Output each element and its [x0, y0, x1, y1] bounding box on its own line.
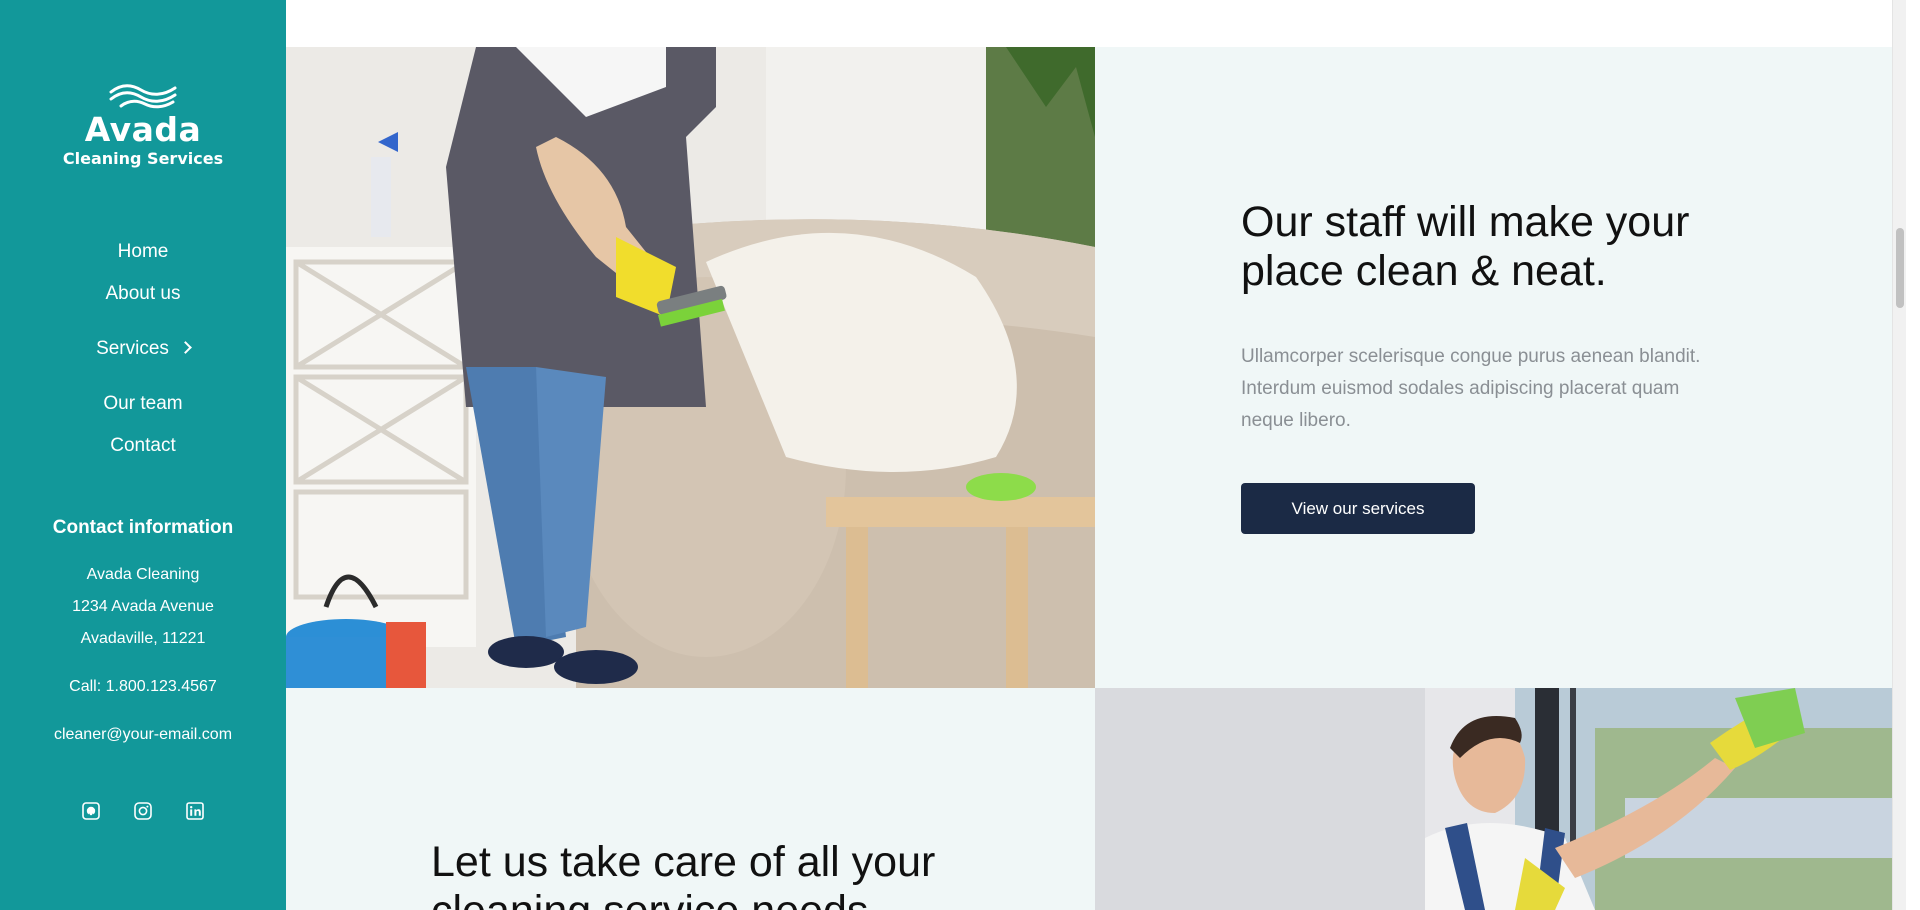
headline-line-1: Our staff will make your: [1241, 198, 1690, 246]
cleaning-man-image: [1095, 688, 1906, 910]
nav-item-about-us[interactable]: About us: [0, 280, 286, 308]
contact-heading: Contact information: [52, 517, 234, 538]
nav-item-home[interactable]: Home: [0, 238, 286, 266]
contact-phone[interactable]: Call: 1.800.123.4567: [0, 676, 286, 698]
headline-line-2: cleaning service needs.: [431, 887, 935, 910]
cleaning-man-illustration: [1095, 688, 1906, 910]
care-section: Let us take care of all your cleaning se…: [286, 688, 1095, 910]
section-headline: Let us take care of all your cleaning se…: [431, 838, 935, 910]
nav-item-contact[interactable]: Contact: [0, 432, 286, 460]
instagram-icon[interactable]: [134, 802, 152, 820]
top-spacer: [286, 0, 1906, 47]
page-scrollbar[interactable]: [1892, 0, 1906, 910]
nav-item-label: Services: [96, 338, 169, 359]
view-services-button[interactable]: View our services: [1241, 483, 1475, 534]
main-content: Our staff will make your place clean & n…: [286, 0, 1906, 910]
contact-street: 1234 Avada Avenue: [72, 598, 214, 615]
github-icon[interactable]: [82, 802, 100, 820]
nav-item-services[interactable]: Services: [0, 335, 286, 363]
headline-line-1: Let us take care of all your: [431, 838, 936, 886]
nav-item-label: Home: [117, 241, 169, 262]
cleaning-woman-illustration: [286, 47, 1095, 688]
social-links: [0, 802, 286, 820]
contact-city: Avadaville, 11221: [80, 630, 206, 647]
contact-email[interactable]: cleaner@your-email.com: [0, 724, 286, 746]
staff-section: Our staff will make your place clean & n…: [1095, 47, 1906, 688]
paragraph-line-3: neque libero.: [1241, 410, 1351, 431]
contact-name: Avada Cleaning: [86, 566, 200, 583]
linkedin-icon[interactable]: [186, 802, 204, 820]
nav-item-our-team[interactable]: Our team: [0, 390, 286, 418]
brand-subtitle: Cleaning Services: [62, 149, 224, 168]
paragraph-line-2: Interdum euismod sodales adipiscing plac…: [1241, 378, 1680, 399]
nav-item-label: Our team: [103, 393, 183, 414]
paragraph-line-1: Ullamcorper scelerisque congue purus aen…: [1241, 346, 1701, 367]
logo[interactable]: Avada Cleaning Services: [0, 80, 286, 169]
sidebar: Avada Cleaning Services Home About us Se…: [0, 0, 286, 910]
cleaning-woman-image: [286, 47, 1095, 688]
scrollbar-thumb[interactable]: [1896, 228, 1904, 308]
chevron-right-icon[interactable]: [179, 341, 192, 354]
section-paragraph: Ullamcorper scelerisque congue purus aen…: [1241, 341, 1761, 437]
section-headline: Our staff will make your place clean & n…: [1241, 198, 1689, 296]
brand-title: Avada: [84, 110, 202, 149]
headline-line-2: place clean & neat.: [1241, 247, 1607, 295]
waves-icon: [109, 84, 177, 109]
nav-item-label: Contact: [110, 435, 176, 456]
nav-item-label: About us: [105, 283, 181, 304]
